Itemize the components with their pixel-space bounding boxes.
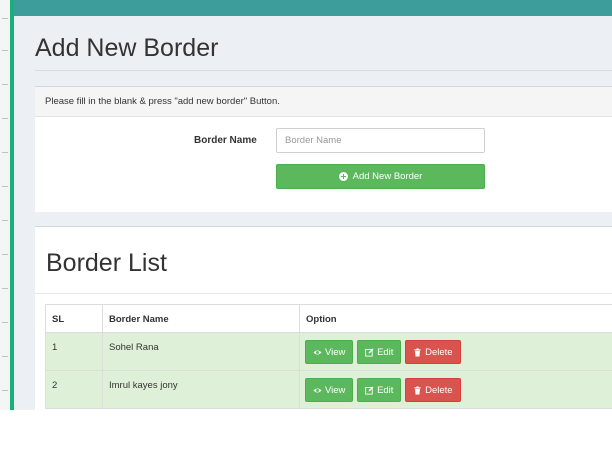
column-header-border-name: Border Name — [102, 304, 300, 333]
form-instruction: Please fill in the blank & press "add ne… — [35, 87, 612, 117]
main-content: Add New Border Please fill in the blank … — [14, 16, 612, 410]
add-new-border-label: Add New Border — [352, 171, 423, 182]
edit-label: Edit — [377, 384, 394, 396]
view-button[interactable]: View — [305, 378, 354, 402]
delete-label: Delete — [425, 384, 453, 396]
delete-button[interactable]: Delete — [405, 340, 461, 364]
edit-icon — [365, 348, 374, 357]
border-list-title: Border List — [46, 249, 167, 277]
view-button[interactable]: View — [305, 340, 354, 364]
trash-icon — [414, 385, 421, 395]
row-options: View Edit Delete — [299, 332, 612, 371]
delete-label: Delete — [425, 346, 453, 358]
border-table: SL Border Name Option 1 Sohel Rana View — [45, 304, 612, 409]
row-sl: 2 — [45, 370, 103, 409]
delete-button[interactable]: Delete — [405, 378, 461, 402]
column-header-sl: SL — [45, 304, 103, 333]
eye-icon — [313, 349, 322, 355]
row-options: View Edit Delete — [299, 370, 612, 409]
top-navbar — [14, 0, 612, 16]
table-row: 2 Imrul kayes jony View Edit Delete — [45, 370, 612, 409]
page-title: Add New Border — [35, 34, 219, 62]
border-name-input[interactable] — [276, 128, 485, 153]
add-border-panel: Please fill in the blank & press "add ne… — [35, 86, 612, 212]
edit-icon — [365, 386, 374, 395]
edit-button[interactable]: Edit — [357, 340, 402, 364]
eye-icon — [313, 387, 322, 393]
edit-button[interactable]: Edit — [357, 378, 402, 402]
app-frame: Add New Border Please fill in the blank … — [0, 0, 612, 410]
border-list-panel: Border List SL Border Name Option 1 Sohe… — [35, 226, 612, 410]
edit-label: Edit — [377, 346, 394, 358]
view-label: View — [325, 384, 346, 396]
trash-icon — [414, 347, 421, 357]
list-divider — [35, 293, 612, 294]
row-border-name: Imrul kayes jony — [102, 370, 300, 409]
title-divider — [35, 70, 612, 71]
row-sl: 1 — [45, 332, 103, 371]
sidebar-strip — [0, 0, 14, 410]
sidebar-ticks — [0, 0, 10, 410]
plus-circle-icon — [338, 172, 348, 181]
border-name-label: Border Name — [194, 135, 257, 146]
column-header-option: Option — [299, 304, 612, 333]
table-row: 1 Sohel Rana View Edit Delete — [45, 332, 612, 371]
view-label: View — [325, 346, 346, 358]
table-header-row: SL Border Name Option — [45, 304, 612, 333]
add-new-border-button[interactable]: Add New Border — [276, 164, 485, 189]
row-border-name: Sohel Rana — [102, 332, 300, 371]
